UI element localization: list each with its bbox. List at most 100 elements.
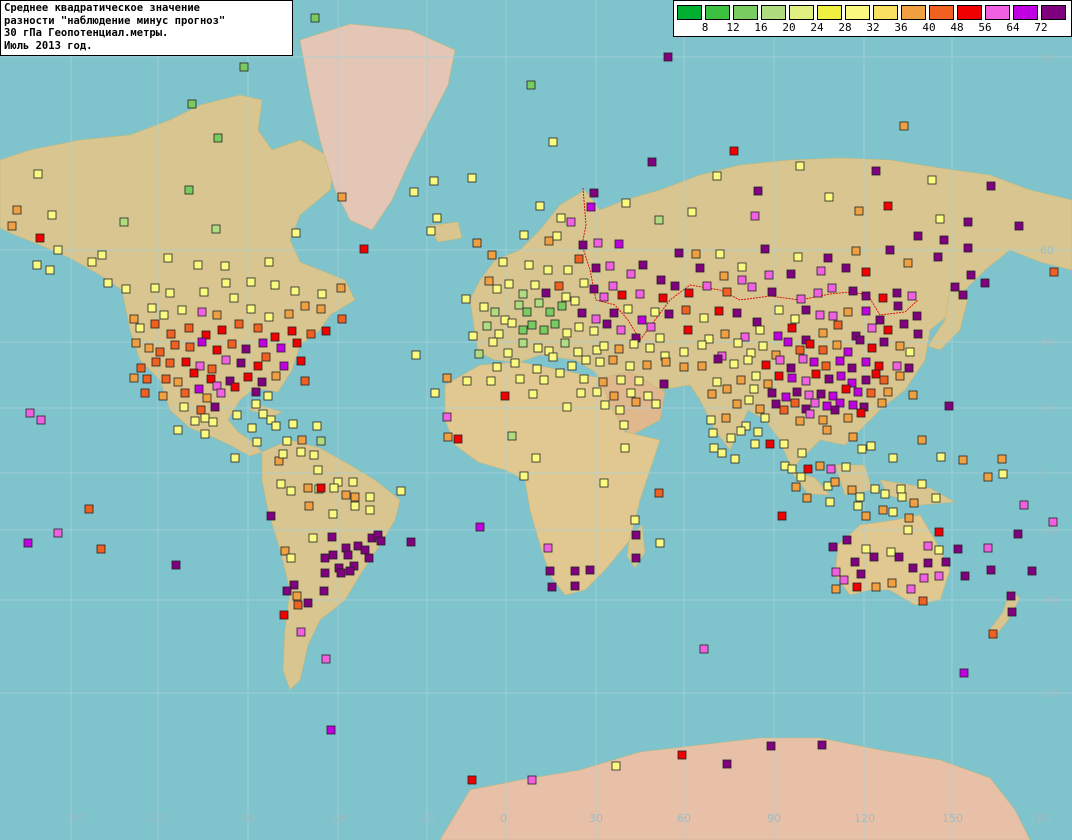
station-marker (585, 565, 595, 575)
station-marker (730, 454, 740, 464)
station-marker (880, 489, 890, 499)
station-marker (605, 261, 615, 271)
station-marker (197, 307, 207, 317)
station-marker (488, 337, 498, 347)
station-marker (620, 443, 630, 453)
station-marker (360, 545, 370, 555)
station-marker (792, 387, 802, 397)
station-marker (258, 409, 268, 419)
station-marker (615, 405, 625, 415)
station-marker (733, 338, 743, 348)
station-marker (893, 301, 903, 311)
station-marker (443, 432, 453, 442)
station-marker (861, 306, 871, 316)
station-marker (560, 338, 570, 348)
station-marker (550, 319, 560, 329)
legend-swatch (929, 5, 954, 20)
station-marker (187, 99, 197, 109)
station-marker (841, 384, 851, 394)
station-marker (292, 338, 302, 348)
station-marker (630, 515, 640, 525)
station-marker (212, 345, 222, 355)
station-marker (197, 337, 207, 347)
station-marker (839, 575, 849, 585)
station-marker (326, 725, 336, 735)
legend-swatch (873, 5, 898, 20)
station-marker (319, 586, 329, 596)
legend-swatch (733, 5, 758, 20)
station-marker (878, 505, 888, 515)
legend-label: 32 (866, 21, 880, 34)
station-marker (212, 310, 222, 320)
station-marker (817, 740, 827, 750)
station-marker (1048, 517, 1058, 527)
station-marker (796, 294, 806, 304)
station-marker (220, 261, 230, 271)
station-marker (658, 293, 668, 303)
station-marker (47, 210, 57, 220)
station-marker (903, 525, 913, 535)
station-marker (151, 357, 161, 367)
station-marker (625, 361, 635, 371)
station-marker (760, 413, 770, 423)
station-marker (721, 413, 731, 423)
station-marker (707, 389, 717, 399)
station-marker (570, 296, 580, 306)
station-marker (23, 538, 33, 548)
station-marker (816, 389, 826, 399)
station-marker (453, 434, 463, 444)
station-marker (866, 388, 876, 398)
station-marker (661, 357, 671, 367)
station-marker (801, 376, 811, 386)
station-marker (589, 188, 599, 198)
station-marker (300, 301, 310, 311)
station-marker (631, 553, 641, 563)
station-marker (310, 13, 320, 23)
station-marker (522, 307, 532, 317)
station-marker (828, 542, 838, 552)
station-marker (790, 314, 800, 324)
station-marker (783, 337, 793, 347)
station-marker (208, 417, 218, 427)
station-marker (348, 477, 358, 487)
station-marker (442, 373, 452, 383)
legend-swatch (761, 5, 786, 20)
station-marker (316, 436, 326, 446)
station-marker (913, 231, 923, 241)
station-marker (824, 192, 834, 202)
station-marker (530, 280, 540, 290)
station-marker (270, 332, 280, 342)
station-marker (1014, 221, 1024, 231)
station-marker (574, 322, 584, 332)
station-marker (629, 339, 639, 349)
station-marker (293, 600, 303, 610)
station-marker (980, 278, 990, 288)
station-marker (527, 775, 537, 785)
station-marker (958, 290, 968, 300)
station-marker (631, 530, 641, 540)
station-marker (202, 393, 212, 403)
station-marker (823, 253, 833, 263)
station-marker (699, 313, 709, 323)
station-marker (619, 420, 629, 430)
station-marker (527, 320, 537, 330)
station-marker (518, 325, 528, 335)
station-marker (462, 376, 472, 386)
station-marker (442, 412, 452, 422)
station-marker (177, 305, 187, 315)
station-marker (595, 357, 605, 367)
station-marker (472, 238, 482, 248)
station-marker (557, 301, 567, 311)
station-marker (875, 315, 885, 325)
station-marker (593, 238, 603, 248)
lat-label: 60 (1040, 244, 1054, 257)
station-marker (687, 207, 697, 217)
lon-label: 30 (589, 812, 603, 825)
station-marker (261, 352, 271, 362)
station-marker (867, 323, 877, 333)
station-marker (288, 419, 298, 429)
station-marker (867, 343, 877, 353)
station-marker (908, 563, 918, 573)
station-marker (691, 249, 701, 259)
station-marker (831, 584, 841, 594)
